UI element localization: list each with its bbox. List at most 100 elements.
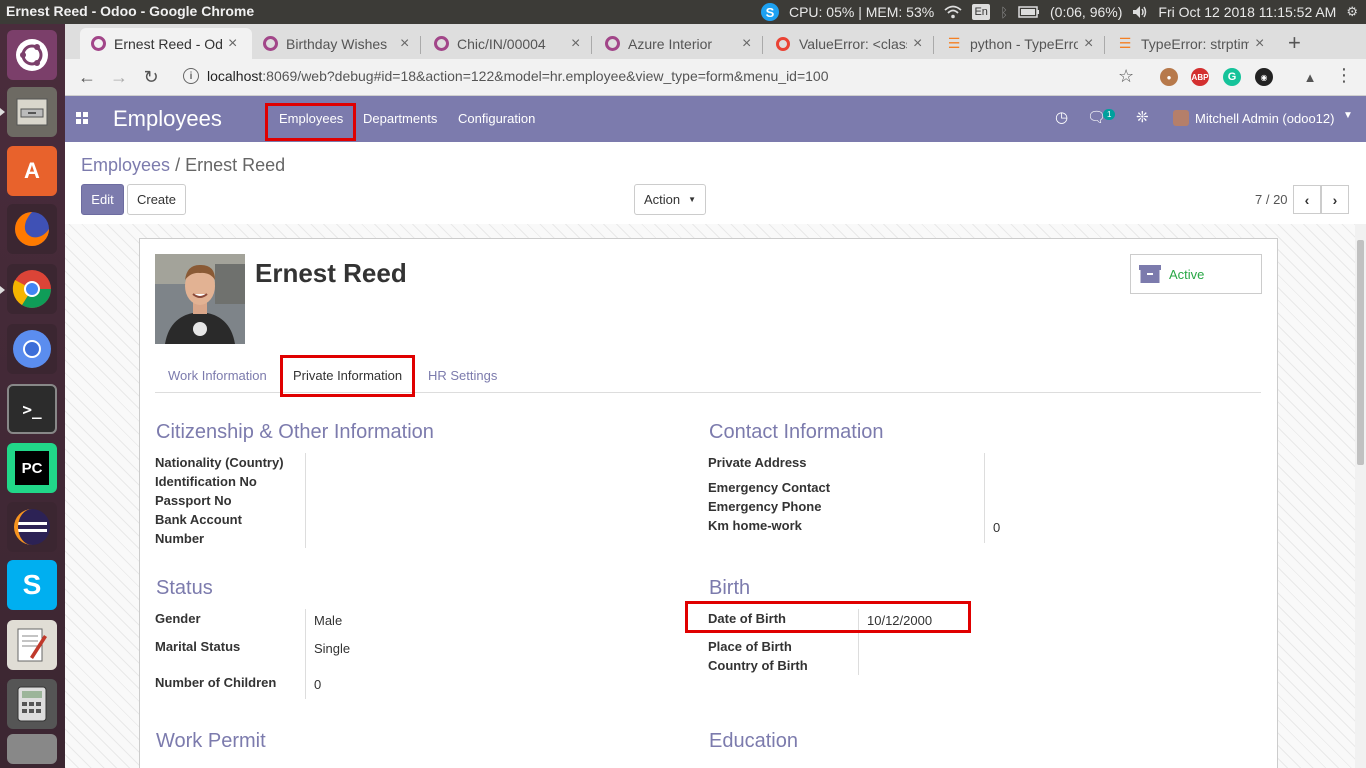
chevron-down-icon[interactable]: ▼ — [1343, 110, 1353, 121]
tab-label: Chic/IN/00004 — [457, 35, 546, 52]
browser-tab-active[interactable]: Ernest Reed - Odoo × — [80, 28, 252, 59]
browser-tab[interactable]: Birthday Wishes × — [252, 28, 424, 59]
employee-name: Ernest Reed — [255, 258, 407, 288]
employee-photo[interactable] — [155, 254, 245, 344]
pager-previous-icon[interactable]: ‹ — [1293, 185, 1321, 214]
incognito-extension-icon[interactable]: ▲ — [1301, 68, 1319, 86]
trash-icon[interactable] — [7, 734, 57, 764]
launcher-running-indicator — [0, 108, 5, 116]
browser-tab[interactable]: Chic/IN/00004 × — [423, 28, 595, 59]
eclipse-icon[interactable] — [7, 502, 57, 552]
wifi-icon[interactable] — [944, 5, 962, 19]
section-title-birth: Birth — [709, 577, 751, 599]
activity-clock-icon[interactable]: ◷ — [1055, 108, 1068, 126]
action-dropdown[interactable]: Action ▼ — [634, 184, 706, 215]
section-title-contact: Contact Information — [709, 421, 884, 443]
section-title-education: Education — [709, 730, 798, 752]
close-tab-icon[interactable]: × — [400, 35, 409, 53]
tab-label: python - TypeError — [970, 35, 1078, 52]
highlight-box — [265, 103, 356, 141]
browser-tab-strip: Ernest Reed - Odoo × Birthday Wishes × C… — [65, 24, 1366, 59]
odoo-icon — [604, 36, 620, 51]
label-private-address: Private Address — [708, 455, 807, 470]
grammarly-extension-icon[interactable]: G — [1223, 68, 1241, 86]
monkey-extension-icon[interactable]: ● — [1160, 68, 1178, 86]
volume-icon[interactable] — [1132, 5, 1148, 19]
cpu-mem-indicator[interactable]: CPU: 05% | MEM: 53% — [789, 4, 934, 20]
skype-tray-icon[interactable]: S — [760, 3, 779, 21]
tab-hr-settings[interactable]: HR Settings — [428, 368, 497, 383]
bluetooth-icon[interactable]: ᛒ — [1000, 5, 1008, 20]
close-tab-icon[interactable]: × — [228, 35, 237, 53]
color-extension-icon[interactable]: ◉ — [1255, 68, 1273, 86]
user-menu[interactable]: Mitchell Admin (odoo12) — [1195, 111, 1334, 126]
tab-work-information[interactable]: Work Information — [168, 368, 267, 383]
url-host: localhost — [207, 68, 263, 84]
browser-tab[interactable]: ☰ TypeError: strptime × — [1107, 28, 1279, 59]
browser-menu-icon[interactable]: ⋮ — [1335, 65, 1353, 86]
browser-tab[interactable]: Azure Interior × — [594, 28, 766, 59]
adblock-extension-icon[interactable]: ABP — [1191, 68, 1209, 86]
software-center-icon[interactable]: A — [7, 146, 57, 196]
caret-down-icon: ▼ — [688, 195, 697, 204]
reload-icon[interactable]: ↻ — [140, 66, 162, 88]
scrollbar[interactable] — [1355, 224, 1366, 768]
address-bar[interactable]: localhost:8069/web?debug#id=18&action=12… — [207, 68, 829, 84]
tab-label: ValueError: <class — [799, 35, 907, 52]
menu-configuration[interactable]: Configuration — [458, 111, 535, 126]
close-tab-icon[interactable]: × — [913, 35, 922, 53]
avatar[interactable] — [1173, 110, 1189, 126]
close-tab-icon[interactable]: × — [1084, 35, 1093, 53]
battery-icon[interactable] — [1018, 6, 1040, 18]
menu-departments[interactable]: Departments — [363, 111, 437, 126]
app-title[interactable]: Employees — [113, 106, 222, 132]
ubuntu-dash-icon[interactable] — [7, 30, 57, 80]
bookmark-star-icon[interactable]: ☆ — [1118, 66, 1134, 87]
tab-label: Azure Interior — [628, 35, 713, 52]
skype-icon[interactable]: S — [7, 560, 57, 610]
site-info-icon[interactable]: i — [183, 68, 199, 84]
terminal-icon[interactable]: >_ — [7, 384, 57, 434]
apps-menu-icon[interactable] — [76, 112, 88, 124]
close-tab-icon[interactable]: × — [571, 35, 580, 53]
launcher-running-indicator — [0, 286, 5, 294]
section-title-work-permit: Work Permit — [156, 730, 266, 752]
chat-count-badge: 1 — [1103, 109, 1116, 120]
debug-bug-icon[interactable]: ❊ — [1136, 108, 1149, 126]
value-km-home-work: 0 — [993, 520, 1001, 535]
text-editor-icon[interactable] — [7, 620, 57, 670]
power-gear-icon[interactable]: ⚙ — [1346, 4, 1358, 20]
close-tab-icon[interactable]: × — [1255, 35, 1264, 53]
browser-tab[interactable]: ValueError: <class × — [765, 28, 937, 59]
label-place-of-birth: Place of Birth — [708, 639, 792, 654]
pager-next-icon[interactable]: › — [1321, 185, 1349, 214]
close-tab-icon[interactable]: × — [742, 35, 751, 53]
label-number-of-children: Number of Children — [155, 675, 277, 690]
label-km-home-work: Km home-work — [708, 518, 802, 533]
browser-tab[interactable]: ☰ python - TypeError × — [936, 28, 1108, 59]
keyboard-layout-indicator[interactable]: En — [972, 4, 991, 20]
breadcrumb-employees[interactable]: Employees — [81, 155, 170, 175]
os-top-bar: Ernest Reed - Odoo - Google Chrome S CPU… — [0, 0, 1366, 24]
edit-button[interactable]: Edit — [81, 184, 124, 215]
section-title-citizenship: Citizenship & Other Information — [156, 421, 434, 443]
field-separator — [305, 609, 306, 699]
firefox-icon[interactable] — [7, 204, 57, 254]
clock[interactable]: Fri Oct 12 2018 11:15:52 AM — [1158, 4, 1336, 20]
pycharm-icon[interactable]: PC — [7, 443, 57, 493]
calculator-icon[interactable] — [7, 679, 57, 729]
chromium-icon[interactable] — [7, 324, 57, 374]
files-icon[interactable] — [7, 87, 57, 137]
battery-status[interactable]: (0:06, 96%) — [1050, 4, 1122, 20]
create-button[interactable]: Create — [127, 184, 186, 215]
back-icon[interactable]: ← — [76, 66, 98, 88]
new-tab-button[interactable]: + — [1288, 30, 1301, 56]
os-indicators: S CPU: 05% | MEM: 53% En ᛒ (0:06, 96%) F… — [760, 0, 1358, 24]
label-emergency-phone: Emergency Phone — [708, 499, 822, 514]
pager-value[interactable]: 7 / 20 — [1255, 192, 1288, 207]
forward-icon[interactable]: → — [108, 66, 130, 88]
scrollbar-thumb[interactable] — [1357, 240, 1364, 465]
active-toggle-button[interactable]: Active — [1130, 254, 1262, 294]
chrome-icon[interactable] — [7, 264, 57, 314]
tab-separator — [420, 36, 421, 54]
